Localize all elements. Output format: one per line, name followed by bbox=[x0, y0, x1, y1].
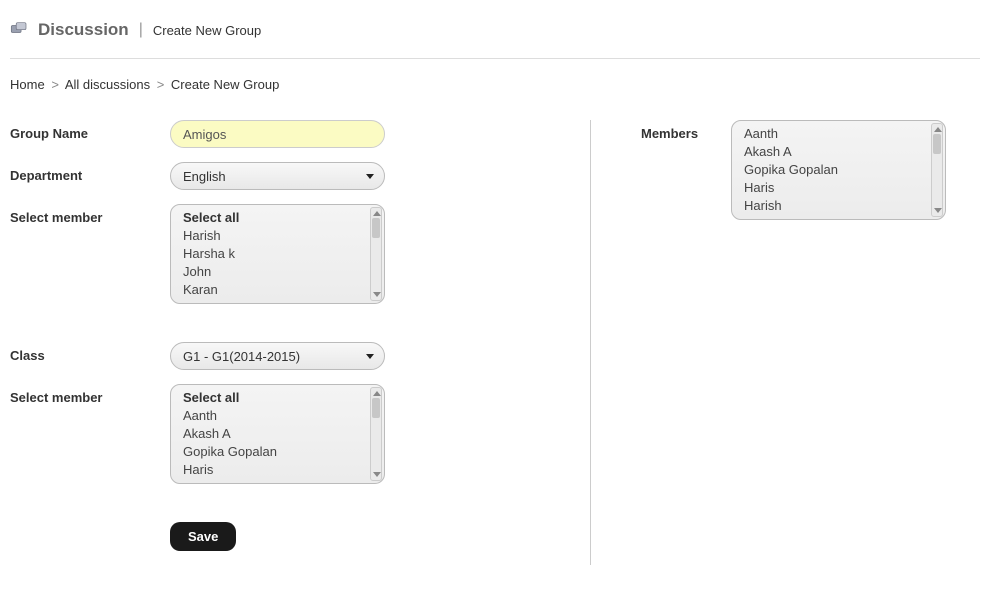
class-label: Class bbox=[10, 342, 170, 363]
scrollbar[interactable] bbox=[370, 207, 382, 301]
scroll-thumb[interactable] bbox=[933, 134, 941, 154]
list-item[interactable]: Akash A bbox=[744, 143, 927, 161]
list-item[interactable]: Karan bbox=[183, 281, 366, 299]
members-list[interactable]: Aanth Akash A Gopika Gopalan Haris Haris… bbox=[731, 120, 946, 220]
page-header: Discussion | Create New Group bbox=[10, 20, 980, 59]
select-member-dept-label: Select member bbox=[10, 204, 170, 225]
scroll-down-icon bbox=[373, 292, 381, 297]
select-member-class-label: Select member bbox=[10, 384, 170, 405]
list-item[interactable]: Akash A bbox=[183, 425, 366, 443]
breadcrumb: Home > All discussions > Create New Grou… bbox=[10, 59, 980, 120]
page-subtitle: Create New Group bbox=[153, 23, 261, 38]
scroll-thumb[interactable] bbox=[372, 218, 380, 238]
scroll-thumb[interactable] bbox=[372, 398, 380, 418]
discussion-icon bbox=[10, 22, 28, 39]
breadcrumb-home[interactable]: Home bbox=[10, 77, 45, 92]
group-name-label: Group Name bbox=[10, 120, 170, 141]
scroll-up-icon bbox=[373, 391, 381, 396]
department-select[interactable]: English bbox=[170, 162, 385, 190]
chevron-down-icon bbox=[366, 354, 374, 359]
list-item[interactable]: Harsha k bbox=[183, 245, 366, 263]
list-item[interactable]: Aanth bbox=[183, 407, 366, 425]
scroll-up-icon bbox=[373, 211, 381, 216]
department-selected-value: English bbox=[183, 169, 226, 184]
select-all-option[interactable]: Select all bbox=[183, 389, 366, 407]
scroll-up-icon bbox=[934, 127, 942, 132]
scroll-down-icon bbox=[934, 208, 942, 213]
list-item[interactable]: John bbox=[183, 263, 366, 281]
header-separator: | bbox=[139, 21, 143, 39]
list-item[interactable]: Haris bbox=[183, 461, 366, 479]
list-item[interactable]: Gopika Gopalan bbox=[744, 161, 927, 179]
breadcrumb-sep: > bbox=[51, 77, 59, 92]
breadcrumb-current: Create New Group bbox=[171, 77, 279, 92]
members-label: Members bbox=[641, 120, 731, 141]
list-item[interactable]: Harish bbox=[183, 227, 366, 245]
breadcrumb-sep: > bbox=[157, 77, 165, 92]
select-member-dept-list[interactable]: Select all Harish Harsha k John Karan bbox=[170, 204, 385, 304]
list-item[interactable]: Gopika Gopalan bbox=[183, 443, 366, 461]
select-all-option[interactable]: Select all bbox=[183, 209, 366, 227]
class-select[interactable]: G1 - G1(2014-2015) bbox=[170, 342, 385, 370]
breadcrumb-all-discussions[interactable]: All discussions bbox=[65, 77, 150, 92]
list-item[interactable]: Haris bbox=[744, 179, 927, 197]
scrollbar[interactable] bbox=[370, 387, 382, 481]
page-title: Discussion bbox=[38, 20, 129, 40]
save-button[interactable]: Save bbox=[170, 522, 236, 551]
group-name-input[interactable] bbox=[170, 120, 385, 148]
class-selected-value: G1 - G1(2014-2015) bbox=[183, 349, 300, 364]
scroll-down-icon bbox=[373, 472, 381, 477]
department-label: Department bbox=[10, 162, 170, 183]
scrollbar[interactable] bbox=[931, 123, 943, 217]
select-member-class-list[interactable]: Select all Aanth Akash A Gopika Gopalan … bbox=[170, 384, 385, 484]
list-item[interactable]: Harish bbox=[744, 197, 927, 215]
members-column: Members Aanth Akash A Gopika Gopalan Har… bbox=[590, 120, 980, 565]
list-item[interactable]: Aanth bbox=[744, 125, 927, 143]
form-column: Group Name Department English Select mem… bbox=[10, 120, 590, 565]
chevron-down-icon bbox=[366, 174, 374, 179]
